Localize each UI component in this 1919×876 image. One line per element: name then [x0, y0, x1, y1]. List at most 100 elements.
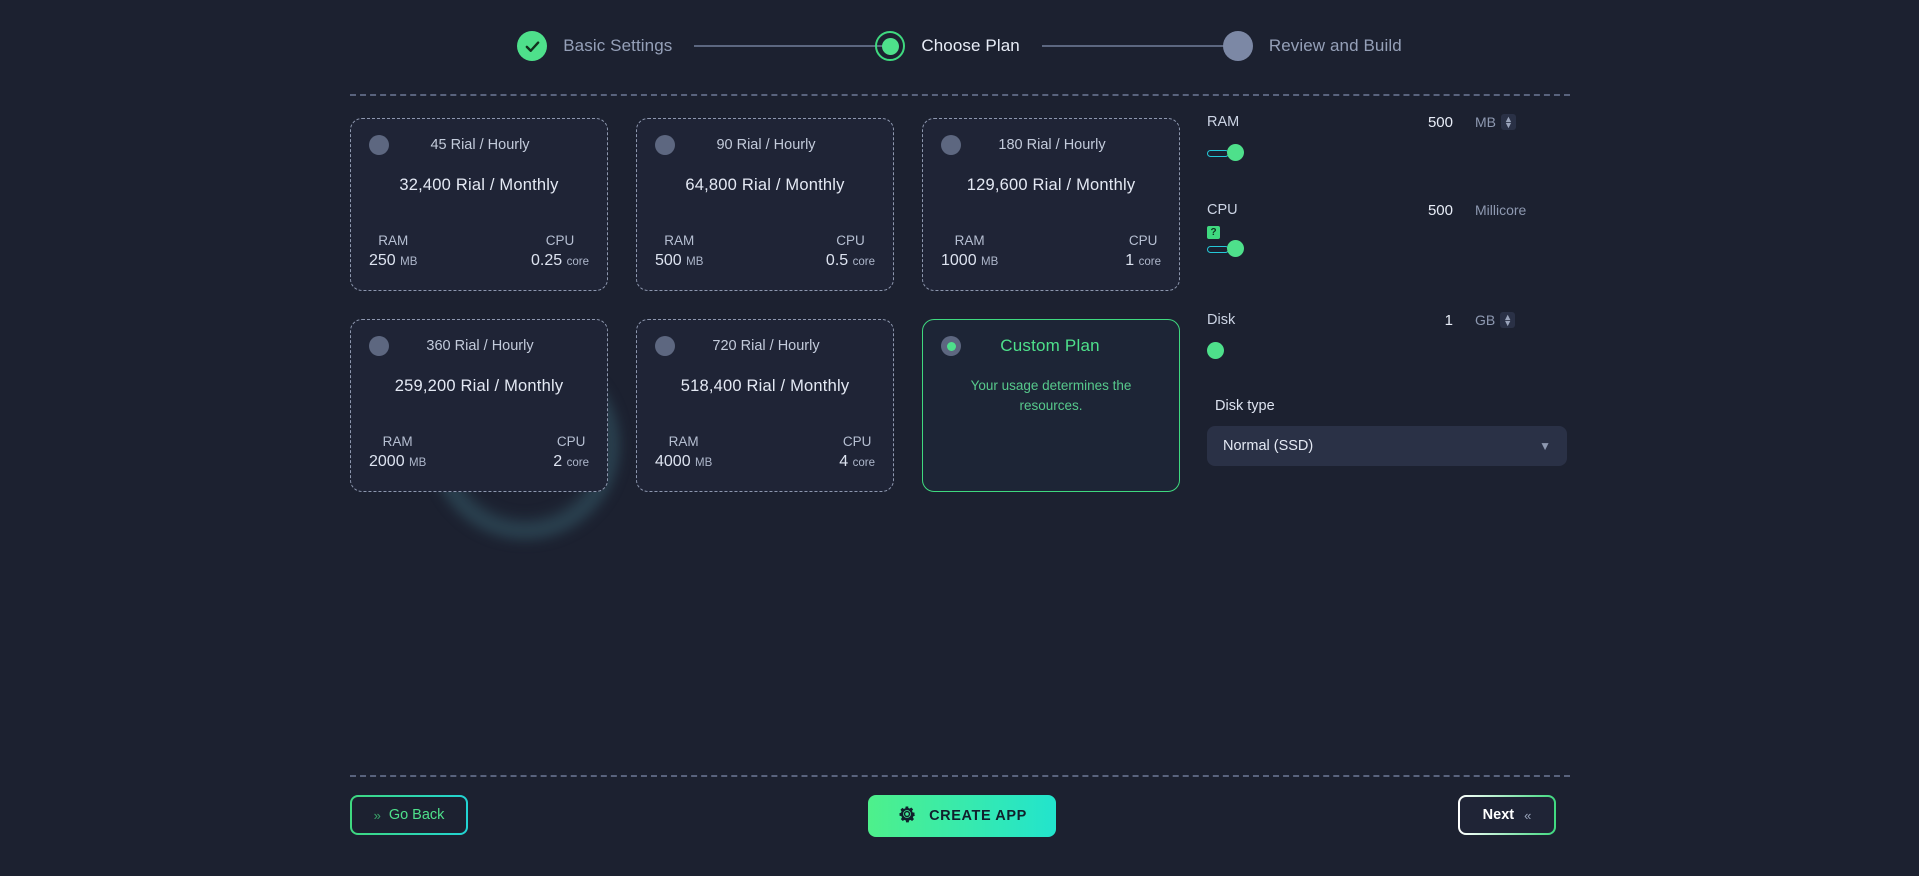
disk-type-block: Disk type Normal (SSD) ▼: [1207, 398, 1569, 466]
cpu-value: 500: [1427, 201, 1453, 219]
next-label: Next: [1482, 807, 1515, 823]
plan-spec-cpu-unit: core: [852, 457, 875, 469]
plan-specs: RAM 500 MB CPU 0.5 core: [655, 233, 875, 270]
cpu-unit-label-wrap: Millicore: [1475, 202, 1526, 218]
plan-card[interactable]: 720 Rial / Hourly 518,400 Rial / Monthly…: [636, 319, 894, 492]
plan-spec-cpu-value: 2: [553, 453, 563, 470]
plan-card[interactable]: 180 Rial / Hourly 129,600 Rial / Monthly…: [922, 118, 1180, 291]
next-button[interactable]: Next «: [1458, 795, 1556, 835]
ram-row: RAM 500 MB ▲ ▼: [1207, 110, 1569, 134]
plan-specs: RAM 250 MB CPU 0.25 core: [369, 233, 589, 270]
plan-monthly-price: 518,400 Rial / Monthly: [680, 377, 850, 395]
plan-monthly-price: 64,800 Rial / Monthly: [685, 176, 845, 194]
plan-spec-cpu: CPU 2 core: [553, 434, 589, 471]
disk-resource-block: Disk 1 GB ▲ ▼: [1207, 308, 1569, 360]
plan-card[interactable]: 45 Rial / Hourly 32,400 Rial / Monthly R…: [350, 118, 608, 291]
plan-spec-cpu-value: 0.25: [531, 252, 563, 269]
plan-card-custom[interactable]: Custom Plan Your usage determines the re…: [922, 319, 1180, 492]
ram-unit-selector[interactable]: MB ▲ ▼: [1475, 114, 1516, 130]
plan-spec-ram-label: RAM: [664, 233, 695, 248]
plan-spec-cpu: CPU 1 core: [1125, 233, 1161, 270]
plan-spec-ram-value: 1000: [941, 252, 977, 269]
plan-spec-ram-value: 2000: [369, 453, 405, 470]
ram-resource-block: RAM 500 MB ▲ ▼: [1207, 110, 1569, 162]
plan-spec-cpu-label: CPU: [545, 233, 575, 248]
plan-spec-ram-unit: MB: [695, 457, 713, 469]
ram-value: 500: [1427, 113, 1453, 131]
cpu-label: CPU: [1207, 202, 1238, 218]
cpu-slider[interactable]: [1207, 240, 1507, 258]
plan-spec-ram-unit: MB: [686, 256, 704, 268]
plan-spec-cpu-unit: core: [852, 256, 875, 268]
plan-hourly-price: 45 Rial / Hourly: [430, 137, 530, 153]
question-badge-icon[interactable]: ?: [1207, 226, 1220, 239]
go-back-label: Go Back: [388, 807, 445, 823]
double-chevron-left-icon: «: [1524, 807, 1532, 823]
plan-radio-button-selected[interactable]: [941, 336, 961, 356]
plan-spec-cpu-label: CPU: [842, 434, 872, 449]
stepper-step-review-and-build[interactable]: Review and Build: [1222, 31, 1402, 61]
plan-spec-ram: RAM 1000 MB: [941, 233, 998, 270]
plan-spec-cpu-unit: core: [566, 256, 589, 268]
ram-slider-knob[interactable]: [1227, 144, 1244, 161]
plan-spec-cpu-value: 1: [1125, 252, 1135, 269]
ram-label: RAM: [1207, 114, 1240, 130]
double-chevron-right-icon: »: [373, 807, 381, 823]
plan-spec-ram-label: RAM: [668, 434, 699, 449]
custom-plan-subtitle: Your usage determines the resources.: [970, 378, 1132, 413]
cpu-slider-knob[interactable]: [1227, 240, 1244, 257]
plan-spec-ram: RAM 250 MB: [369, 233, 417, 270]
disk-slider[interactable]: [1207, 342, 1507, 360]
go-back-button[interactable]: » Go Back: [350, 795, 468, 835]
disk-type-select[interactable]: Normal (SSD) ▼: [1207, 426, 1567, 466]
cpu-slider-track: [1207, 246, 1229, 253]
stepper-connector-2: [1041, 45, 1238, 47]
custom-plan-title: Custom Plan: [1000, 336, 1100, 355]
disk-slider-knob[interactable]: [1207, 342, 1224, 359]
ram-slider-track: [1207, 150, 1229, 157]
disk-unit-label: GB: [1475, 312, 1496, 328]
check-icon: [517, 31, 548, 61]
plan-spec-ram-value: 4000: [655, 453, 691, 470]
plan-spec-cpu-label: CPU: [556, 434, 586, 449]
footer-actions: » Go Back CREATE APP Next «: [0, 795, 1919, 855]
plan-card-header: 720 Rial / Hourly: [655, 336, 875, 356]
plan-spec-ram-label: RAM: [378, 233, 409, 248]
stepper-step-choose-plan[interactable]: Choose Plan: [875, 31, 1020, 61]
create-app-button[interactable]: CREATE APP: [868, 795, 1056, 837]
ram-unit-stepper-icon[interactable]: ▲ ▼: [1501, 114, 1516, 130]
chevron-down-icon: ▼: [1539, 439, 1551, 453]
plan-hourly-price: 90 Rial / Hourly: [716, 137, 816, 153]
plan-spec-cpu-label: CPU: [836, 233, 865, 248]
plan-spec-ram-unit: MB: [400, 256, 418, 268]
plan-spec-cpu-value: 0.5: [825, 252, 849, 269]
plan-spec-cpu: CPU 4 core: [839, 434, 875, 471]
plan-hourly-price: 720 Rial / Hourly: [712, 338, 820, 354]
plan-spec-ram: RAM 500 MB: [655, 233, 703, 270]
plan-spec-cpu: CPU 0.5 core: [826, 233, 875, 270]
plan-radio-button[interactable]: [655, 336, 675, 356]
plan-radio-button[interactable]: [941, 135, 961, 155]
plan-card-header: 45 Rial / Hourly: [369, 135, 589, 155]
stepper-step-basic-settings[interactable]: Basic Settings: [517, 31, 672, 61]
ram-slider[interactable]: [1207, 144, 1507, 162]
disk-unit-selector[interactable]: GB ▲ ▼: [1475, 312, 1516, 328]
stepper-label-basic-settings: Basic Settings: [563, 36, 673, 55]
create-app-label: CREATE APP: [929, 808, 1027, 824]
plan-card[interactable]: 90 Rial / Hourly 64,800 Rial / Monthly R…: [636, 118, 894, 291]
plan-spec-cpu-value: 4: [839, 453, 849, 470]
plan-monthly-price: 32,400 Rial / Monthly: [399, 176, 559, 194]
plan-radio-button[interactable]: [369, 336, 389, 356]
plan-card[interactable]: 360 Rial / Hourly 259,200 Rial / Monthly…: [350, 319, 608, 492]
disk-label: Disk: [1207, 312, 1236, 328]
disk-unit-stepper-icon[interactable]: ▲ ▼: [1500, 312, 1516, 328]
plan-radio-button[interactable]: [369, 135, 389, 155]
cpu-resource-block: CPU 500 Millicore ?: [1207, 198, 1569, 258]
plan-spec-ram-label: RAM: [382, 434, 413, 449]
plan-specs: RAM 4000 MB CPU 4 core: [655, 434, 875, 471]
plan-spec-ram-value: 250: [369, 252, 396, 269]
bottom-divider: [350, 775, 1570, 777]
disk-row: Disk 1 GB ▲ ▼: [1207, 308, 1569, 332]
plan-radio-button[interactable]: [655, 135, 675, 155]
plan-card-header: 180 Rial / Hourly: [941, 135, 1161, 155]
